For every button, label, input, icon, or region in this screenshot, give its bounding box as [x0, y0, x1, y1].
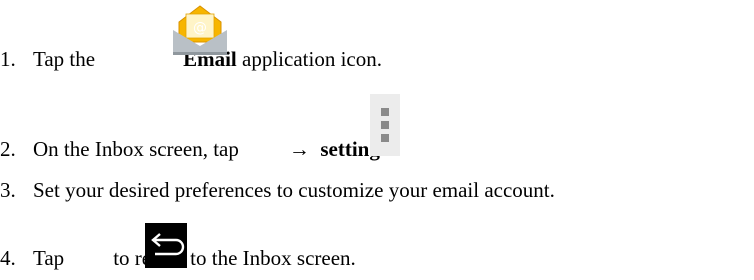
step-text-before: Tap the [33, 47, 96, 71]
step-number: 2. [0, 137, 16, 161]
email-app-icon: @ [173, 5, 227, 55]
back-icon [145, 223, 187, 268]
email-at-glyph: @ [193, 20, 207, 36]
step-text: Set your desired preferences to customiz… [33, 178, 555, 202]
step-text-before: On the Inbox screen, tap [33, 137, 239, 161]
step-number: 3. [0, 178, 16, 202]
step-text: On the Inbox screen, tap→ settings. [33, 137, 393, 161]
step-number: 4. [0, 246, 16, 270]
step-text-after: application icon. [242, 47, 382, 71]
step-number: 1. [0, 47, 16, 71]
step-text: Tap to return to the Inbox screen. [33, 246, 356, 270]
step-text-before: Tap [33, 246, 65, 270]
arrow-glyph: → [288, 137, 310, 161]
overflow-menu-icon [370, 94, 400, 156]
